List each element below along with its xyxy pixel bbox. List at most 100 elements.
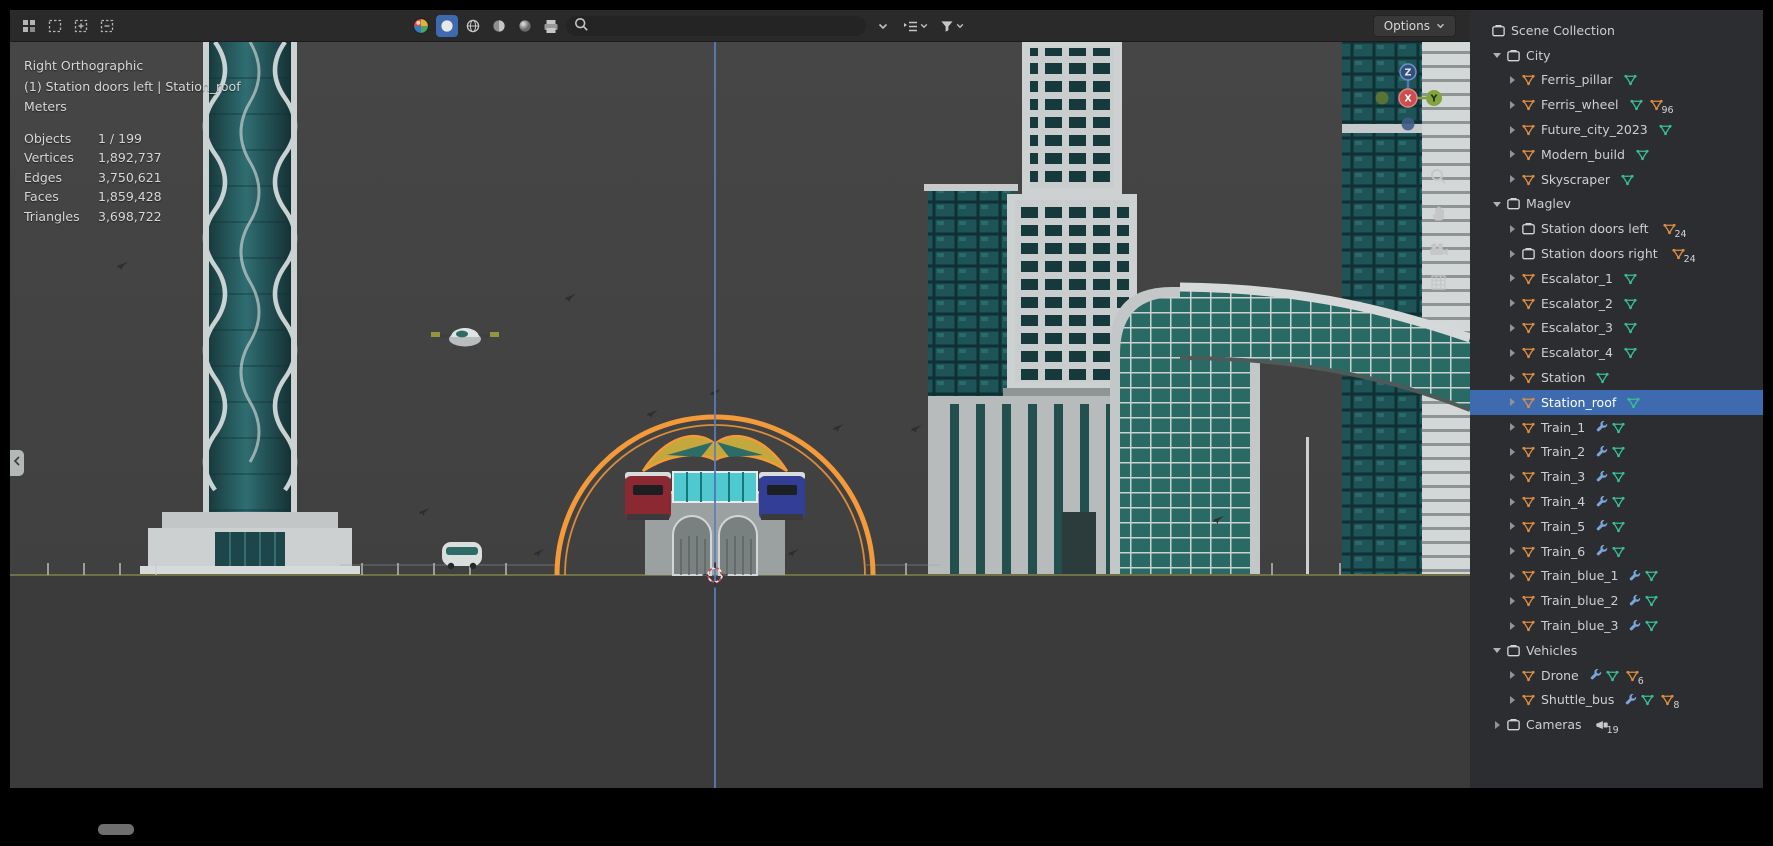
disclosure-closed-icon[interactable] [1504, 125, 1519, 135]
mesh-data-icon[interactable] [1658, 122, 1673, 137]
mesh-data-icon[interactable] [1623, 320, 1638, 335]
modifier-wrench-icon[interactable] [1628, 594, 1642, 608]
disclosure-closed-icon[interactable] [1504, 695, 1519, 705]
axis-neg-y-ball[interactable] [1375, 91, 1389, 105]
disclosure-closed-icon[interactable] [1504, 224, 1519, 234]
outliner-row-drone[interactable]: Drone 6 [1470, 663, 1763, 688]
mesh-data-icon[interactable] [1611, 420, 1626, 435]
mesh-data-icon[interactable] [1623, 271, 1638, 286]
shading-wireframe-icon[interactable] [462, 15, 484, 37]
mesh-data-icon[interactable] [1623, 296, 1638, 311]
disclosure-closed-icon[interactable] [1504, 249, 1519, 259]
outliner-row-shuttle-bus[interactable]: Shuttle_bus 8 [1470, 688, 1763, 713]
outliner-row-station-doors-right[interactable]: Station doors right 24 [1470, 241, 1763, 266]
chevron-down-icon[interactable] [872, 15, 894, 37]
mesh-data-icon[interactable] [1620, 172, 1635, 187]
disclosure-closed-icon[interactable] [1504, 149, 1519, 159]
outliner-row-train-blue-3[interactable]: Train_blue_3 [1470, 613, 1763, 638]
disclosure-closed-icon[interactable] [1504, 348, 1519, 358]
disclosure-closed-icon[interactable] [1504, 472, 1519, 482]
display-mode-dropdown-icon[interactable] [898, 15, 932, 37]
outliner-row-ferris-pillar[interactable]: Ferris_pillar [1470, 68, 1763, 93]
disclosure-open-icon[interactable] [1489, 50, 1504, 60]
mesh-data-icon[interactable] [1611, 469, 1626, 484]
outliner-row-maglev[interactable]: Maglev [1470, 192, 1763, 217]
taskbar-item[interactable] [98, 824, 134, 835]
disclosure-closed-icon[interactable] [1504, 670, 1519, 680]
mesh-data-icon[interactable] [1644, 568, 1659, 583]
disclosure-closed-icon[interactable] [1504, 174, 1519, 184]
mesh-data-icon[interactable] [1644, 618, 1659, 633]
modifier-wrench-icon[interactable] [1595, 519, 1609, 533]
outliner-row-escalator-4[interactable]: Escalator_4 [1470, 340, 1763, 365]
axis-x-ball[interactable]: X [1398, 88, 1418, 108]
axis-neg-z-ball[interactable] [1401, 117, 1415, 131]
select-box-icon[interactable] [44, 15, 66, 37]
disclosure-open-icon[interactable] [1489, 645, 1504, 655]
shading-material-icon[interactable] [488, 15, 510, 37]
disclosure-closed-icon[interactable] [1504, 621, 1519, 631]
outliner-panel[interactable]: Scene Collection City Ferris_pillar Ferris_… [1470, 10, 1763, 788]
modifier-wrench-icon[interactable] [1624, 693, 1638, 707]
train-blue-object[interactable] [759, 472, 805, 520]
disclosure-closed-icon[interactable] [1504, 571, 1519, 581]
disclosure-closed-icon[interactable] [1504, 273, 1519, 283]
mesh-data-icon[interactable] [1611, 494, 1626, 509]
modifier-wrench-icon[interactable] [1595, 470, 1609, 484]
mesh-data-icon[interactable] [1623, 345, 1638, 360]
mesh-data-icon[interactable] [1611, 519, 1626, 534]
modifier-wrench-icon[interactable] [1628, 619, 1642, 633]
select-subtract-icon[interactable] [96, 15, 118, 37]
disclosure-closed-icon[interactable] [1504, 422, 1519, 432]
modifier-wrench-icon[interactable] [1595, 544, 1609, 558]
disclosure-open-icon[interactable] [1489, 199, 1504, 209]
outliner-row-station-doors-left[interactable]: Station doors left 24 [1470, 216, 1763, 241]
outliner-row-train-4[interactable]: Train_4 [1470, 489, 1763, 514]
axis-z-ball[interactable]: Z [1399, 63, 1417, 81]
modifier-wrench-icon[interactable] [1589, 668, 1603, 682]
modifier-wrench-icon[interactable] [1595, 495, 1609, 509]
outliner-row-train-blue-2[interactable]: Train_blue_2 [1470, 588, 1763, 613]
select-tweak-icon[interactable] [18, 15, 40, 37]
select-extend-icon[interactable] [70, 15, 92, 37]
axis-gizmo[interactable]: Z Y X [1366, 56, 1450, 144]
mesh-data-icon[interactable] [1605, 668, 1620, 683]
disclosure-closed-icon[interactable] [1504, 373, 1519, 383]
outliner-row-modern-build[interactable]: Modern_build [1470, 142, 1763, 167]
shading-solid-icon[interactable] [436, 15, 458, 37]
disclosure-closed-icon[interactable] [1504, 546, 1519, 556]
disclosure-closed-icon[interactable] [1504, 447, 1519, 457]
outliner-row-future-city-2023[interactable]: Future_city_2023 [1470, 117, 1763, 142]
disclosure-closed-icon[interactable] [1489, 720, 1504, 730]
modifier-wrench-icon[interactable] [1595, 445, 1609, 459]
filter-funnel-icon[interactable] [936, 15, 968, 37]
outliner-row-train-2[interactable]: Train_2 [1470, 440, 1763, 465]
mesh-data-icon[interactable] [1635, 147, 1650, 162]
outliner-row-train-6[interactable]: Train_6 [1470, 539, 1763, 564]
shading-rendered-icon[interactable] [514, 15, 536, 37]
disclosure-closed-icon[interactable] [1504, 497, 1519, 507]
modifier-wrench-icon[interactable] [1595, 420, 1609, 434]
train-red-object[interactable] [625, 472, 671, 520]
viewport-search-input[interactable] [595, 19, 858, 33]
camera-view-icon[interactable] [1429, 241, 1448, 260]
disclosure-closed-icon[interactable] [1504, 100, 1519, 110]
disclosure-closed-icon[interactable] [1504, 323, 1519, 333]
disclosure-closed-icon[interactable] [1504, 521, 1519, 531]
grid-toggle-icon[interactable] [1431, 275, 1446, 294]
outliner-row-skyscraper[interactable]: Skyscraper [1470, 167, 1763, 192]
outliner-row-vehicles[interactable]: Vehicles [1470, 638, 1763, 663]
mesh-data-icon[interactable] [1640, 692, 1655, 707]
outliner-row-station-roof[interactable]: Station_roof [1470, 389, 1763, 415]
outliner-row-cameras[interactable]: Cameras 19 [1470, 712, 1763, 737]
mesh-data-icon[interactable] [1611, 544, 1626, 559]
outliner-row-train-5[interactable]: Train_5 [1470, 514, 1763, 539]
outliner-row-scene-collection[interactable]: Scene Collection [1470, 18, 1763, 43]
outliner-row-train-blue-1[interactable]: Train_blue_1 [1470, 564, 1763, 589]
zoom-icon[interactable] [1430, 168, 1447, 189]
options-button[interactable]: Options [1372, 15, 1456, 37]
material-preview-ball-icon[interactable] [410, 15, 432, 37]
outliner-row-escalator-1[interactable]: Escalator_1 [1470, 266, 1763, 291]
mesh-data-icon[interactable] [1611, 444, 1626, 459]
outliner-row-ferris-wheel[interactable]: Ferris_wheel 96 [1470, 92, 1763, 117]
